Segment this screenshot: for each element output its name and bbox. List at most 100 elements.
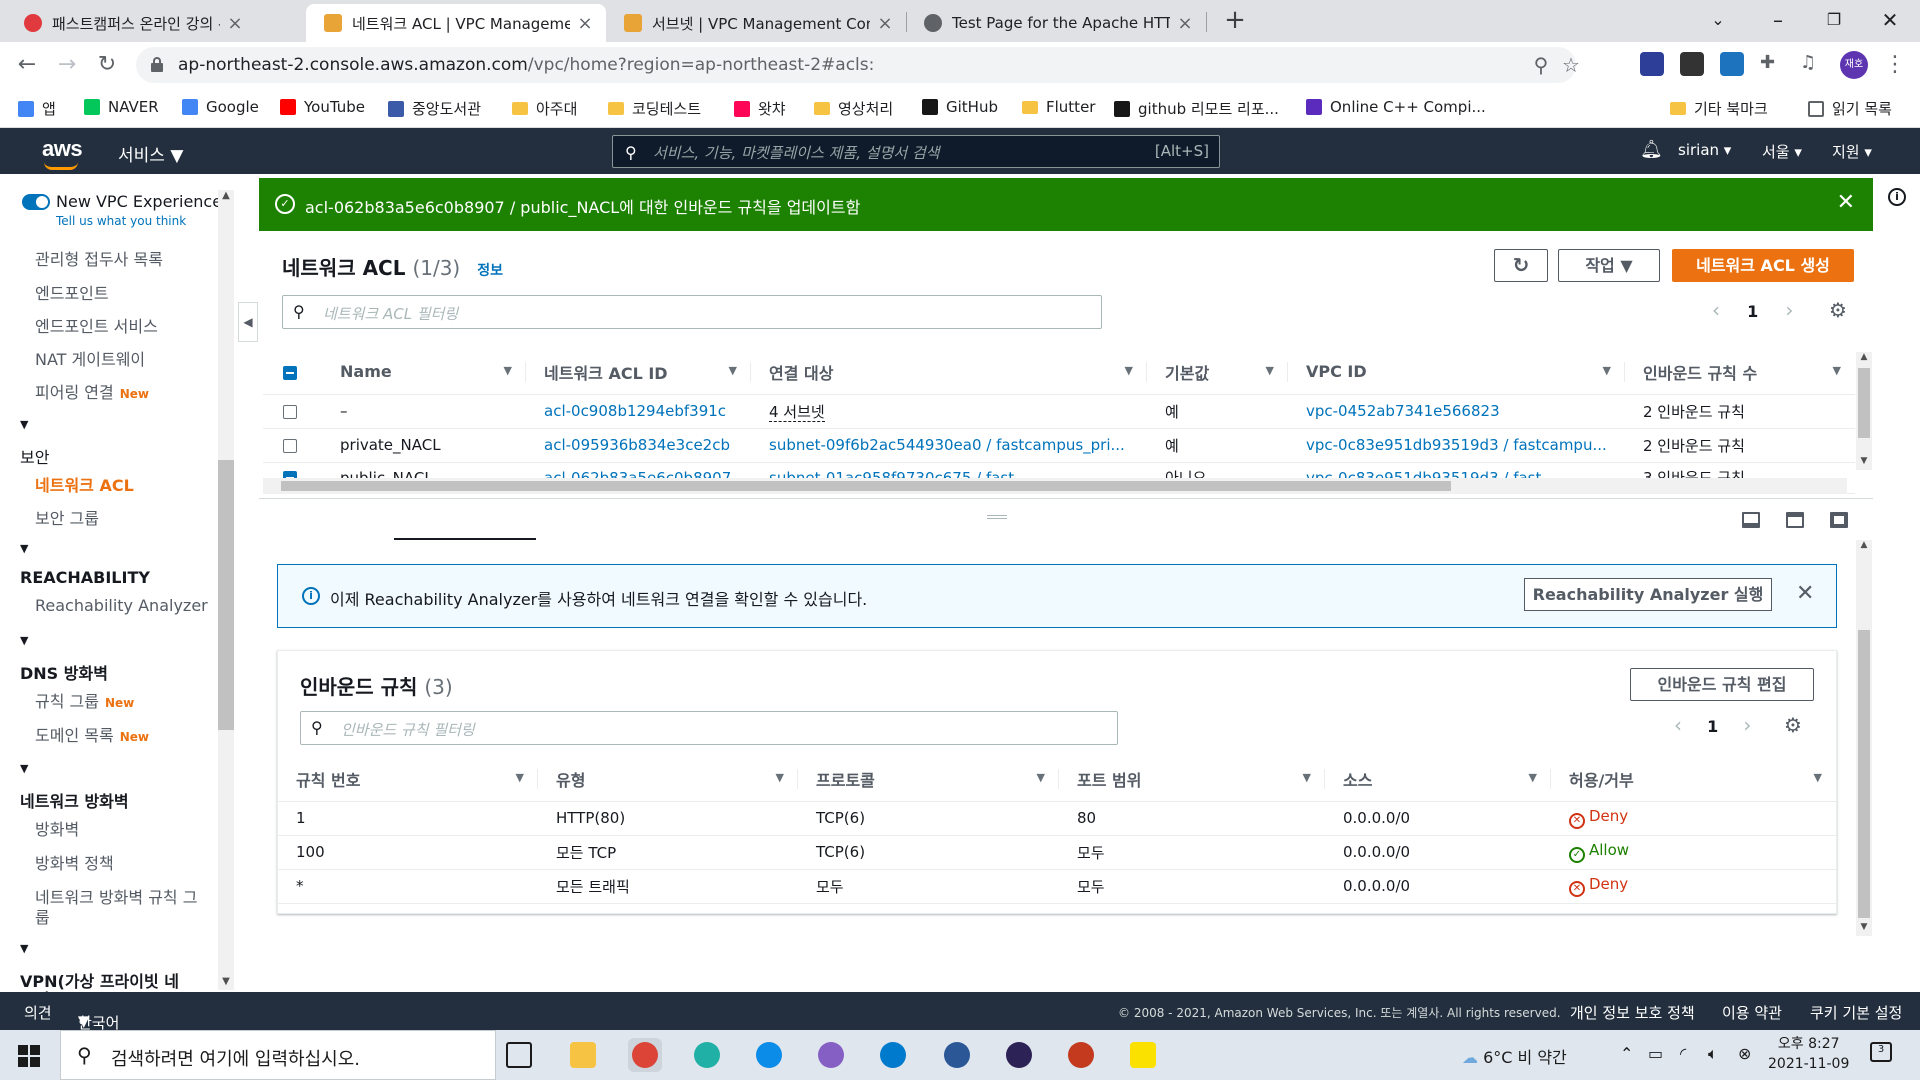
edge-icon[interactable] (752, 1038, 786, 1072)
close-icon[interactable]: ✕ (1796, 581, 1814, 606)
aws-search-input[interactable]: ⚲ 서비스, 기능, 마켓플레이스 제품, 설명서 검색 [Alt+S] (612, 135, 1220, 168)
sidebar-item-prefix-lists[interactable]: 관리형 접두사 목록 (35, 246, 163, 270)
column-header-rule-number[interactable]: 규칙 번호 ▼ (278, 757, 538, 802)
acl-table-horizontal-scrollbar[interactable] (263, 478, 1847, 494)
other-bookmarks[interactable]: 기타 북마크 (1670, 98, 1768, 119)
acl-id-link[interactable]: acl-0c908b1294ebf391c (544, 402, 726, 420)
column-header-vpc-id[interactable]: VPC ID ▼ (1288, 350, 1625, 395)
bookmark-item[interactable]: 아주대 (512, 98, 577, 119)
profile-avatar[interactable]: 재호 (1840, 51, 1868, 79)
taskbar-clock[interactable]: 오후 8:27 2021-11-09 (1768, 1034, 1849, 1074)
select-all-checkbox[interactable] (283, 365, 297, 380)
scroll-up-icon[interactable]: ▲ (1856, 540, 1872, 550)
column-header-associated-with[interactable]: 연결 대상 ▼ (751, 350, 1147, 395)
sidebar-item-endpoint-services[interactable]: 엔드포인트 서비스 (35, 313, 158, 337)
tell-us-link[interactable]: Tell us what you think (56, 214, 186, 228)
visual-studio-icon[interactable] (814, 1038, 848, 1072)
column-header-protocol[interactable]: 프로토콜 ▼ (798, 757, 1059, 802)
panel-full-icon[interactable] (1830, 512, 1848, 528)
scroll-down-icon[interactable]: ▼ (218, 976, 234, 987)
row-select-cell[interactable] (263, 394, 322, 429)
refresh-button[interactable]: ↻ (1494, 249, 1548, 282)
sidebar-item-network-acl[interactable]: 네트워크 ACL (35, 472, 134, 496)
chevron-up-icon[interactable]: ⌃ (1620, 1044, 1633, 1063)
column-header-acl-id[interactable]: 네트워크 ACL ID ▼ (526, 350, 751, 395)
sidebar-item-security-groups[interactable]: 보안 그룹 (35, 505, 99, 529)
cyberduck-icon[interactable] (690, 1038, 724, 1072)
caret-down-icon[interactable]: ▼ (20, 942, 28, 955)
select-all-cell[interactable] (263, 350, 322, 395)
associated-with-text[interactable]: 4 서브넷 (769, 402, 825, 422)
row-select-cell[interactable] (263, 428, 322, 463)
sidebar-item-firewall-rule-groups-wrap[interactable]: 룹 (35, 904, 50, 928)
browser-tab-1[interactable]: 패스트캠퍼스 온라인 강의 - 조고 × (0, 4, 256, 42)
scroll-up-icon[interactable]: ▲ (218, 190, 234, 201)
bookmark-item[interactable]: github 리모트 리포... (1114, 98, 1279, 119)
zoom-icon[interactable]: ⚲ (1530, 54, 1552, 76)
eclipse-icon[interactable] (1002, 1038, 1036, 1072)
bookmark-item[interactable]: 코딩테스트 (608, 98, 701, 119)
bookmark-item[interactable]: 영상처리 (814, 98, 893, 119)
column-header-source[interactable]: 소스 ▼ (1325, 757, 1551, 802)
extension-icon[interactable] (1640, 52, 1664, 76)
lower-panel-scrollbar[interactable]: ▲ ▼ (1856, 540, 1872, 936)
wifi-icon[interactable]: ◜ (1680, 1044, 1686, 1063)
taskbar-search-input[interactable]: ⚲ 검색하려면 여기에 입력하십시오. (60, 1030, 496, 1080)
close-icon[interactable]: × (876, 13, 894, 34)
vpc-id-link[interactable]: vpc-0c83e951db93519d3 / fastcampu... (1306, 436, 1607, 454)
weather-widget[interactable]: ☁ 6°C 비 약간 (1462, 1044, 1567, 1068)
acl-filter-input[interactable]: ⚲ 네트워크 ACL 필터링 (282, 295, 1102, 329)
page-number[interactable]: 1 (1707, 717, 1718, 736)
back-button[interactable]: ← (12, 50, 42, 80)
windows-start-icon[interactable] (18, 1045, 40, 1067)
matlab-icon[interactable] (1064, 1038, 1098, 1072)
chevron-left-icon[interactable]: ‹ (1712, 298, 1720, 322)
bookmark-item[interactable]: Flutter (1022, 98, 1095, 116)
row-checkbox[interactable] (283, 404, 297, 419)
sidebar-item-nat-gateways[interactable]: NAT 게이트웨이 (35, 346, 145, 370)
vpc-id-link[interactable]: vpc-0452ab7341e566823 (1306, 402, 1500, 420)
scroll-up-icon[interactable]: ▲ (1856, 352, 1872, 362)
volume-icon[interactable]: 🔈︎ (1708, 1044, 1718, 1064)
row-checkbox[interactable] (283, 438, 297, 453)
sidebar-item-firewall-policies[interactable]: 방화벽 정책 (35, 850, 114, 874)
ime-icon[interactable]: ⊗ (1738, 1044, 1751, 1063)
reload-button[interactable]: ↻ (92, 50, 122, 80)
privacy-link[interactable]: 개인 정보 보호 정책 (1570, 1002, 1695, 1023)
bookmark-item[interactable]: NAVER (84, 98, 159, 116)
sidebar-item-peering[interactable]: 피어링 연결 New (35, 379, 149, 403)
scrollbar-thumb[interactable] (1858, 630, 1870, 918)
new-tab-button[interactable]: + (1220, 6, 1250, 36)
vscode-icon[interactable] (876, 1038, 910, 1072)
kakaotalk-icon[interactable] (1126, 1038, 1160, 1072)
bookmark-item[interactable]: YouTube (280, 98, 365, 116)
info-link[interactable]: 정보 (477, 263, 503, 279)
actions-button[interactable]: 작업 ▼ (1558, 249, 1660, 282)
close-icon[interactable]: × (1176, 13, 1194, 34)
column-header-port-range[interactable]: 포트 범위 ▼ (1059, 757, 1325, 802)
browser-tab-4[interactable]: Test Page for the Apache HTTP × (906, 4, 1206, 42)
browser-tab-3[interactable]: 서브넷 | VPC Management Con × (606, 4, 906, 42)
column-header-default[interactable]: 기본값 ▼ (1147, 350, 1288, 395)
region-menu[interactable]: 서울 ▾ (1762, 141, 1802, 162)
caret-down-icon[interactable]: ▼ (20, 542, 28, 555)
cookie-preferences-link[interactable]: 쿠키 기본 설정 (1810, 1002, 1902, 1023)
scrollbar-thumb[interactable] (218, 460, 234, 730)
bookmark-item[interactable]: 왓챠 (734, 98, 786, 119)
bell-icon[interactable]: 🔔︎ (1640, 139, 1663, 160)
column-header-type[interactable]: 유형 ▼ (538, 757, 798, 802)
run-reachability-analyzer-button[interactable]: Reachability Analyzer 실행 (1524, 578, 1772, 611)
edit-inbound-rules-button[interactable]: 인바운드 규칙 편집 (1630, 668, 1814, 701)
bookmark-item[interactable]: 앱 (18, 98, 56, 119)
reading-list[interactable]: 읽기 목록 (1808, 98, 1892, 119)
star-icon[interactable]: ☆ (1560, 54, 1582, 76)
bookmark-item[interactable]: 중앙도서관 (388, 98, 481, 119)
panel-side-icon[interactable] (1786, 512, 1804, 528)
menu-icon[interactable]: ⋮ (1880, 50, 1910, 80)
acl-id-link[interactable]: acl-095936b834e3ce2cb (544, 436, 730, 454)
aws-logo[interactable]: aws (42, 136, 83, 170)
close-icon[interactable]: × (226, 13, 244, 34)
column-header-inbound-rules[interactable]: 인바운드 규칙 수 ▼ (1625, 350, 1855, 395)
battery-icon[interactable]: ▭ (1648, 1044, 1663, 1063)
forward-button[interactable]: → (52, 50, 82, 80)
